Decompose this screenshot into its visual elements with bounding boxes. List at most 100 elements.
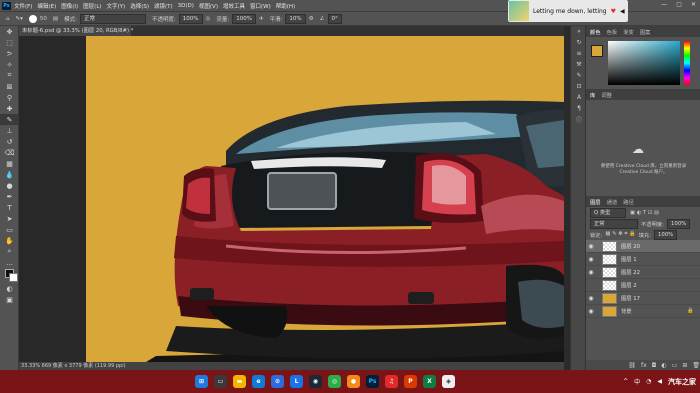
photoshop-logo-icon[interactable]: Ps <box>2 1 11 10</box>
angle-field[interactable]: 0° <box>327 13 342 24</box>
airbrush-icon[interactable]: ✈ <box>259 16 264 22</box>
visibility-eye-icon[interactable]: ◉ <box>586 308 596 315</box>
brush-preset-picker[interactable]: 50 <box>28 14 47 23</box>
paragraph-icon[interactable]: ¶ <box>571 103 587 114</box>
gradient-icon[interactable]: ▦ <box>0 158 19 169</box>
new-layer-icon[interactable]: ⊞ <box>682 362 687 369</box>
visibility-eye-icon[interactable]: ◉ <box>586 243 596 250</box>
layer-name[interactable]: 图层 20 <box>621 242 640 250</box>
network-icon[interactable]: ◔ <box>646 378 651 385</box>
volume-icon[interactable]: ◀ <box>620 8 625 15</box>
color-field[interactable] <box>608 41 680 85</box>
menu-type[interactable]: 文字(Y) <box>107 2 126 10</box>
menu-3d[interactable]: 3D(D) <box>178 3 194 9</box>
menu-select[interactable]: 选择(S) <box>130 2 149 10</box>
netease-music-icon[interactable]: ♫ <box>385 375 398 388</box>
media-notification[interactable]: Letting me down, letting ♥ ◀ <box>508 0 628 22</box>
steam-icon[interactable]: ◉ <box>309 375 322 388</box>
new-group-icon[interactable]: ▭ <box>672 362 678 369</box>
mode-dropdown[interactable]: 正常 <box>79 13 146 24</box>
healing-brush-icon[interactable]: ✚ <box>0 103 19 114</box>
path-select-icon[interactable]: ➤ <box>0 213 19 224</box>
tab-swatches[interactable]: 色板 <box>607 28 618 36</box>
pen-tool-icon[interactable]: ✒ <box>0 191 19 202</box>
start-icon[interactable]: ⊞ <box>195 375 208 388</box>
layer-row[interactable]: ◉ 图层 1 <box>586 253 700 266</box>
brush-tool-icon[interactable]: ✎ <box>0 114 19 125</box>
add-mask-icon[interactable]: ◘ <box>652 362 657 369</box>
history-icon[interactable]: ↻ <box>571 37 587 48</box>
clone-source-icon[interactable]: ⊡ <box>571 81 587 92</box>
menu-window[interactable]: 窗口(W) <box>250 2 271 10</box>
smoothing-settings-icon[interactable]: ⚙ <box>309 16 314 22</box>
powerpoint-icon[interactable]: P <box>404 375 417 388</box>
dodge-tool-icon[interactable]: ● <box>0 180 19 191</box>
brush-panel-icon[interactable]: ✎ <box>571 70 587 81</box>
heart-icon[interactable]: ♥ <box>611 8 616 15</box>
foreground-color-swatch[interactable] <box>591 45 603 57</box>
hand-tool-icon[interactable]: ✋ <box>0 235 19 246</box>
layer-name[interactable]: 图层 17 <box>621 294 640 302</box>
layer-filter-dropdown[interactable]: Q 类型 <box>590 207 626 218</box>
menu-file[interactable]: 文件(F) <box>14 2 32 10</box>
lock-icons[interactable]: ▦ ✎ ✥ ⌗ 🔒 <box>605 231 635 238</box>
type-tool-icon[interactable]: T <box>0 202 19 213</box>
layer-name[interactable]: 背景 <box>621 307 632 315</box>
lasso-tool-icon[interactable]: ᕗ <box>0 48 19 59</box>
tab-patterns[interactable]: 图案 <box>640 28 651 36</box>
properties-icon[interactable]: ≡ <box>571 48 587 59</box>
shape-tool-icon[interactable]: ▭ <box>0 224 19 235</box>
menu-filter[interactable]: 滤镜(T) <box>154 2 173 10</box>
more-tools-icon[interactable]: … <box>0 257 19 268</box>
flow-field[interactable]: 100% <box>232 13 256 24</box>
fill-field[interactable]: 100% <box>653 229 678 240</box>
character-icon[interactable]: A <box>571 92 587 103</box>
layer-row[interactable]: ◉ 图层 20 <box>586 240 700 253</box>
adjust-icon[interactable]: ⚒ <box>571 59 587 70</box>
link-layers-icon[interactable]: ⛓ <box>628 362 636 369</box>
eyedropper-icon[interactable]: ⚲ <box>0 92 19 103</box>
close-icon[interactable]: ✕ <box>691 1 696 8</box>
tab-gradients[interactable]: 渐变 <box>623 28 634 36</box>
opacity-field[interactable]: 100% <box>178 13 203 24</box>
color-picker[interactable] <box>586 37 700 89</box>
chrome-icon[interactable]: ◎ <box>328 375 341 388</box>
browser-l-icon[interactable]: L <box>290 375 303 388</box>
color-swatches-icon[interactable] <box>0 268 19 282</box>
quick-mask-icon[interactable]: ◐ <box>0 283 19 294</box>
info-icon[interactable]: ⓘ <box>571 114 587 125</box>
marquee-tool-icon[interactable]: ⬚ <box>0 37 19 48</box>
collapse-icon[interactable]: » <box>571 26 587 37</box>
frame-tool-icon[interactable]: ⊠ <box>0 81 19 92</box>
minimize-icon[interactable]: — <box>661 1 667 8</box>
ime-indicator[interactable]: 中 <box>634 377 640 386</box>
blur-tool-icon[interactable]: 💧 <box>0 169 19 180</box>
document-canvas[interactable] <box>86 36 564 362</box>
brush-settings-icon[interactable]: ▤ <box>53 16 58 22</box>
excel-icon[interactable]: X <box>423 375 436 388</box>
layer-name[interactable]: 图层 1 <box>621 255 637 263</box>
filter-icons[interactable]: ▣ ◐ T ⊡ ▤ <box>630 210 659 216</box>
document-tab[interactable]: 未标题-6.psd @ 33.3% (图层 20, RGB/8#) * <box>19 26 133 36</box>
maximize-icon[interactable]: ▢ <box>676 1 682 8</box>
layer-name[interactable]: 图层 22 <box>621 268 640 276</box>
tab-color[interactable]: 颜色 <box>590 28 601 36</box>
layer-row[interactable]: ◉ 图层 17 <box>586 292 700 305</box>
layer-row[interactable]: 图层 2 <box>586 279 700 292</box>
visibility-eye-icon[interactable]: ◉ <box>586 256 596 263</box>
layer-name[interactable]: 图层 2 <box>621 281 637 289</box>
task-view-icon[interactable]: ▭ <box>214 375 227 388</box>
menu-layer[interactable]: 图层(L) <box>83 2 101 10</box>
crop-tool-icon[interactable]: ⌗ <box>0 70 19 81</box>
edge-icon[interactable]: e <box>252 375 265 388</box>
fx-icon[interactable]: fx <box>641 362 647 369</box>
visibility-eye-icon[interactable] <box>586 282 596 289</box>
home-icon[interactable]: ⌂ <box>6 16 10 22</box>
tab-paths[interactable]: 路径 <box>623 198 634 206</box>
tab-channels[interactable]: 通道 <box>607 198 618 206</box>
clone-stamp-icon[interactable]: ⊥ <box>0 125 19 136</box>
menu-help[interactable]: 帮助(H) <box>276 2 295 10</box>
pressure-opacity-icon[interactable]: ◎ <box>206 16 211 22</box>
app-orange-icon[interactable]: ● <box>347 375 360 388</box>
layer-row[interactable]: ◉ 背景 🔒 <box>586 305 700 318</box>
